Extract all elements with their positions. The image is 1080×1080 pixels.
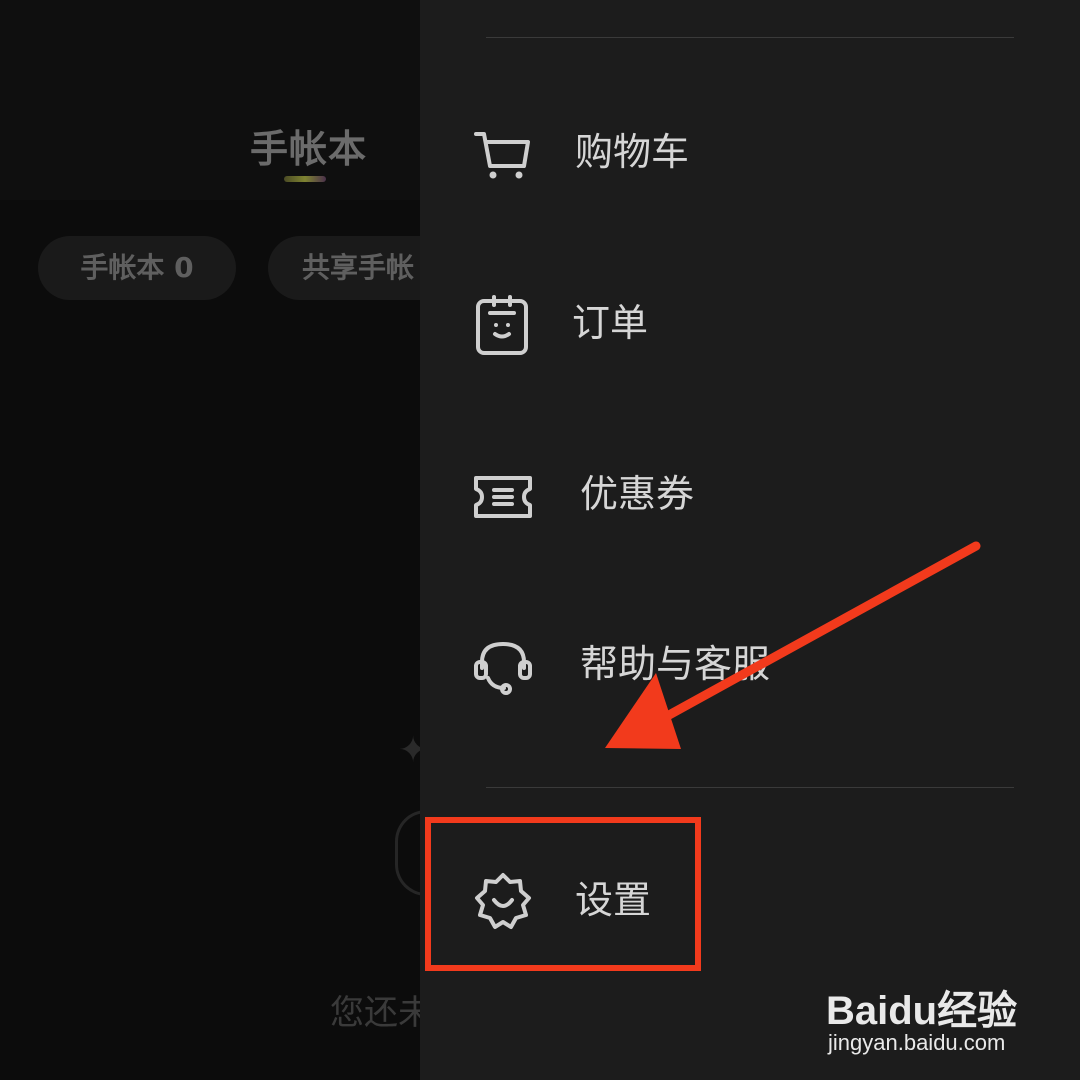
baidu-watermark: Baidu经验 jingyan.baidu.com [826,960,1036,1060]
coupon-ticket-icon [470,464,536,530]
notebook-count-chip[interactable]: 手帐本 0 [38,236,236,300]
baidu-logo: Baidu经验 [826,989,1018,1033]
order-clipboard-icon [470,293,536,359]
headset-support-icon [470,634,536,700]
title-underline [284,176,326,182]
divider-top [486,37,1014,38]
page-title: 手帐本 [250,127,368,171]
menu-label-cart: 购物车 [575,130,690,174]
menu-item-orders[interactable]: 订单 [420,265,1080,385]
baidu-url: jingyan.baidu.com [828,1030,1006,1055]
menu-item-coupons[interactable]: 优惠券 [420,436,1080,556]
menu-label-orders: 订单 [572,301,649,345]
menu-label-help: 帮助与客服 [580,642,771,686]
menu-item-cart[interactable]: 购物车 [420,94,1080,214]
highlight-box [425,817,701,971]
shopping-cart-icon [470,122,536,188]
divider-bottom [486,787,1014,788]
menu-item-help[interactable]: 帮助与客服 [420,606,1080,726]
menu-label-coupons: 优惠券 [580,472,695,516]
empty-state-text: 您还未 [330,993,432,1033]
